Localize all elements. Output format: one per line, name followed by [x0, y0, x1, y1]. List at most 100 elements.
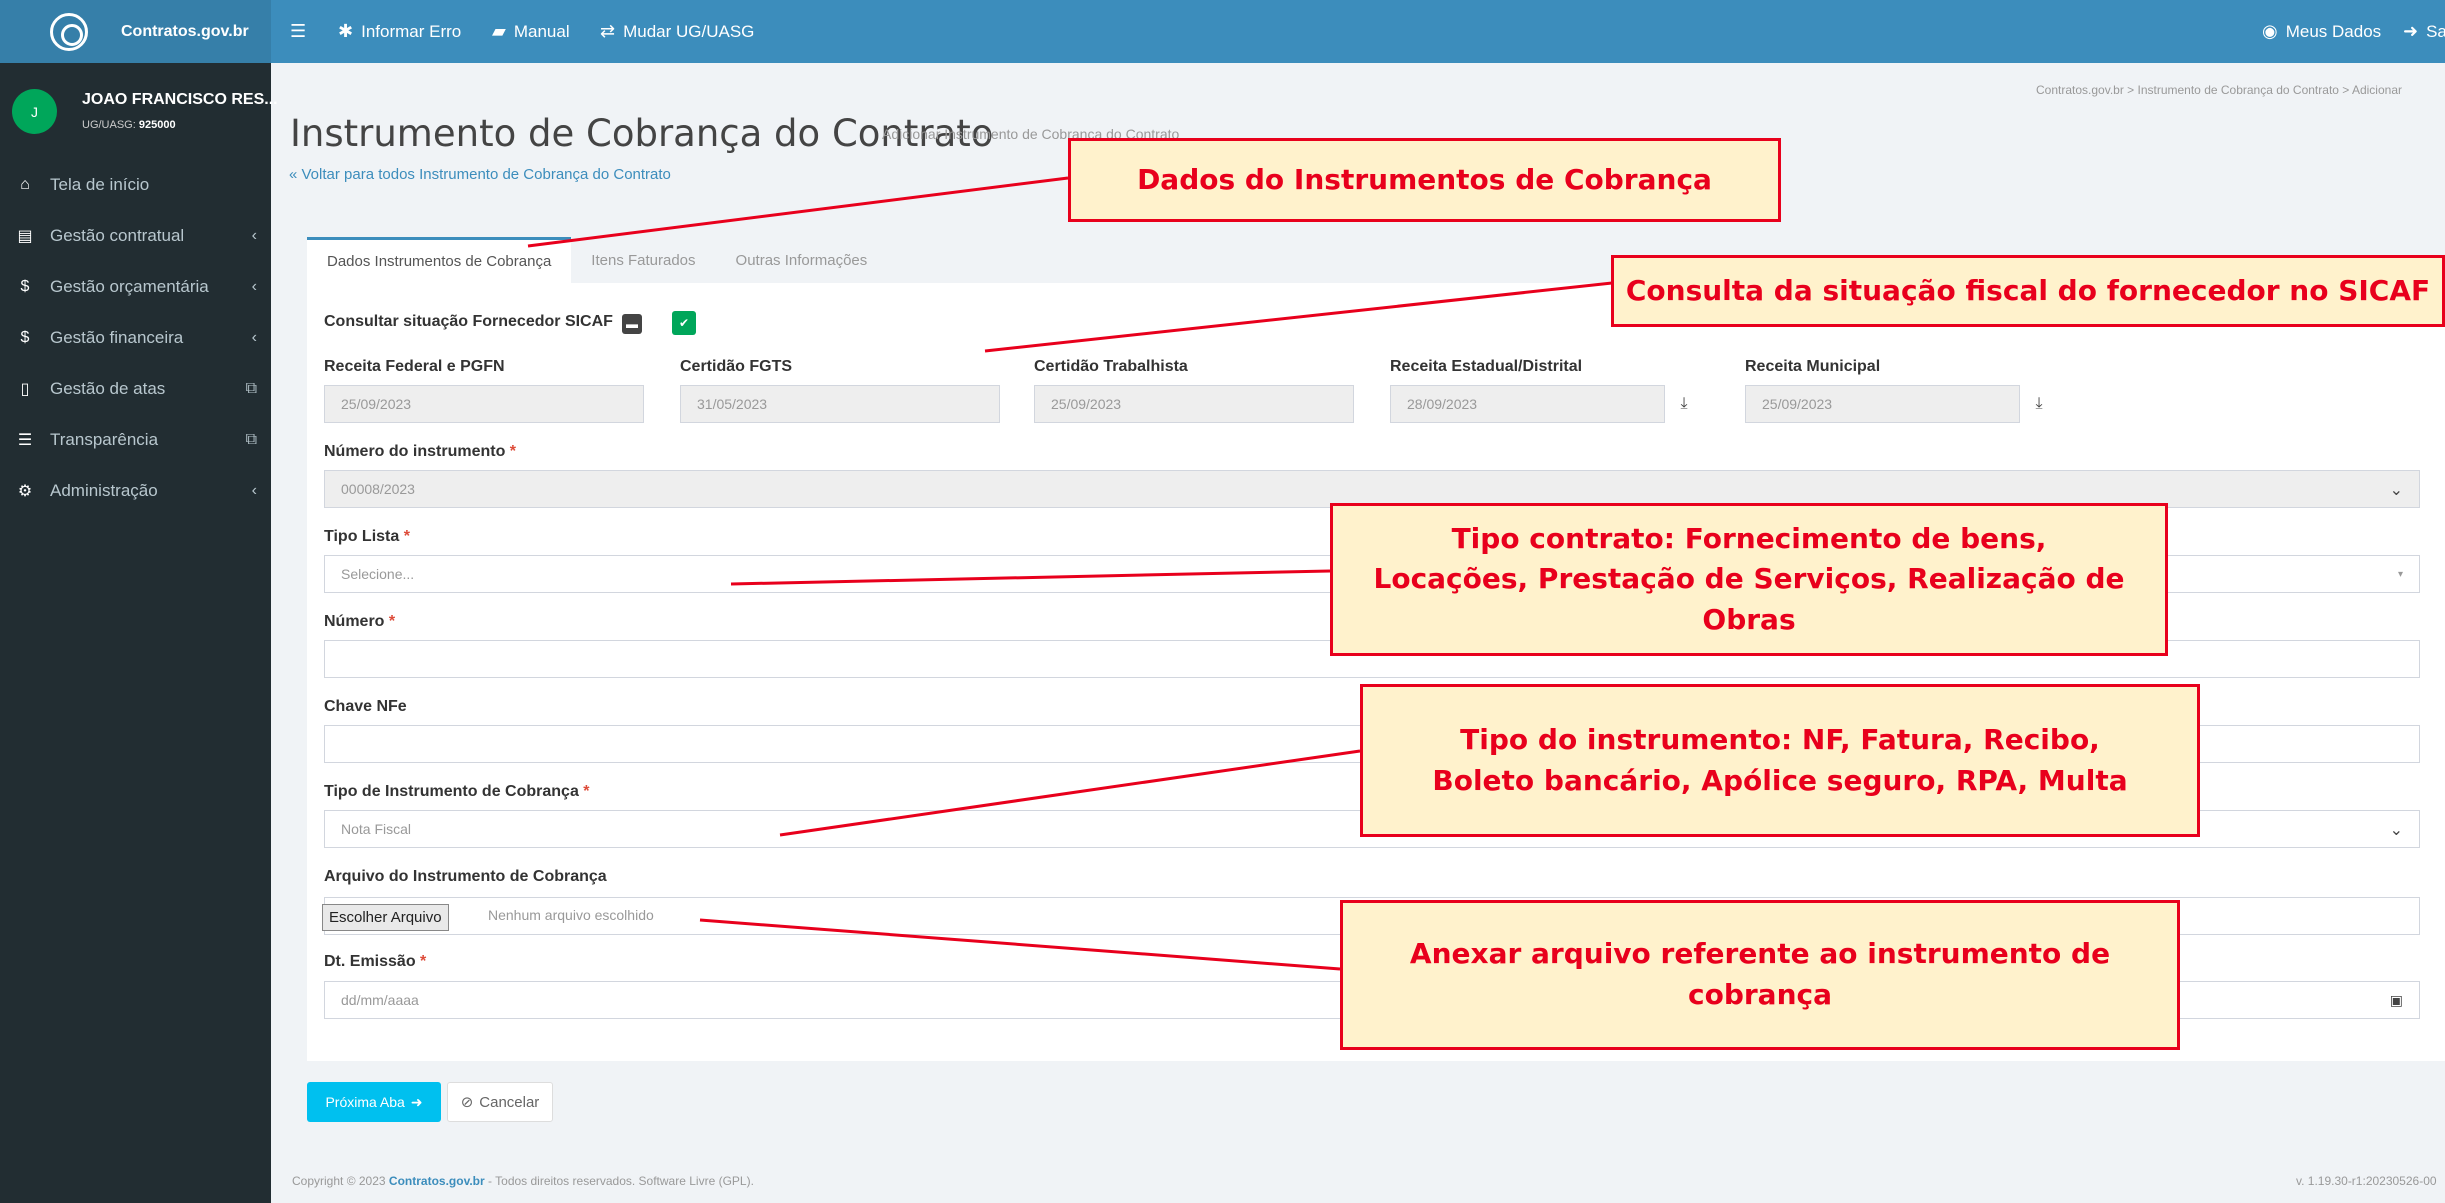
required-mark: *: [509, 443, 517, 460]
bug-icon: ✱: [338, 21, 354, 41]
numero-label-text: Número: [324, 613, 385, 630]
cert-fgts-field: 31/05/2023: [680, 385, 1000, 423]
download-icon[interactable]: ⤓: [2020, 385, 2058, 423]
change-ug-link[interactable]: ⇄ Mudar UG/UASG: [600, 0, 754, 63]
numero-instrumento-label-text: Número do instrumento: [324, 443, 506, 460]
chave-nfe-label: Chave NFe: [324, 698, 407, 715]
book-icon: ▰: [492, 21, 506, 41]
user-name: JOAO FRANCISCO RES...: [82, 91, 278, 108]
report-error-label: Informar Erro: [361, 21, 462, 41]
sidebar-item-gestao-financeira[interactable]: $ Gestão financeira ‹: [0, 312, 271, 363]
tipo-lista-label: Tipo Lista *: [324, 528, 410, 546]
sidebar-item-gestao-contratual[interactable]: ▤ Gestão contratual ‹: [0, 210, 271, 261]
copyright-suffix: - Todos direitos reservados. Software Li…: [488, 1174, 754, 1188]
sidebar-item-transparencia[interactable]: ☰ Transparência ⧉: [0, 414, 271, 465]
my-data-link[interactable]: ◉ Meus Dados: [2262, 0, 2381, 63]
external-link-icon: ⧉: [245, 379, 257, 397]
next-tab-button[interactable]: Próxima Aba ➜: [307, 1082, 441, 1122]
chevron-down-icon: ⌄: [2389, 822, 2403, 839]
back-link[interactable]: « Voltar para todos Instrumento de Cobra…: [289, 166, 671, 183]
tipo-instrumento-label-text: Tipo de Instrumento de Cobrança: [324, 783, 579, 800]
exchange-icon: ⇄: [600, 21, 616, 41]
logout-icon: ➜: [2403, 21, 2419, 41]
required-mark: *: [583, 783, 590, 800]
copyright-prefix: Copyright © 2023: [292, 1174, 386, 1188]
sicaf-check-icon[interactable]: ✔: [672, 311, 696, 335]
breadcrumb[interactable]: Contratos.gov.br > Instrumento de Cobran…: [2036, 83, 2402, 97]
cancel-label: Cancelar: [479, 1093, 540, 1111]
change-ug-label: Mudar UG/UASG: [623, 21, 755, 41]
logout-label: Sa: [2426, 21, 2445, 41]
sidebar-toggle-button[interactable]: ☰: [290, 0, 306, 63]
home-icon: ⌂: [20, 175, 30, 193]
top-navbar: Contratos.gov.br ☰ ✱ Informar Erro ▰ Man…: [0, 0, 2445, 63]
sidebar-item-home[interactable]: ⌂ Tela de início: [0, 159, 271, 210]
calendar-icon[interactable]: ▣: [2390, 992, 2403, 1009]
sidebar-item-label: Transparência: [50, 429, 159, 449]
sidebar-item-label: Gestão de atas: [50, 378, 166, 398]
brand-name: Contratos.gov.br: [121, 22, 249, 40]
form-tabs: Dados Instrumentos de Cobrança Itens Fat…: [307, 237, 887, 283]
caret-down-icon: ▾: [2397, 569, 2403, 580]
document-icon: ▤: [17, 227, 33, 245]
brand-logo-area[interactable]: Contratos.gov.br: [0, 0, 271, 63]
cancel-button[interactable]: ⊘ Cancelar: [447, 1082, 553, 1122]
numero-instrumento-value: 00008/2023: [341, 481, 415, 497]
sidebar-item-label: Tela de início: [50, 174, 150, 194]
annotation-anexar: Anexar arquivo referente ao instrumento …: [1340, 900, 2180, 1050]
no-file-text: Nenhum arquivo escolhido: [488, 907, 654, 923]
annotation-tipo-contrato: Tipo contrato: Fornecimento de bens, Loc…: [1330, 503, 2168, 656]
chevron-left-icon: ‹: [251, 328, 257, 346]
manual-link[interactable]: ▰ Manual: [492, 0, 570, 63]
cert-label-estadual: Receita Estadual/Distrital: [1390, 358, 1583, 375]
dollar-icon: $: [20, 277, 30, 295]
sicaf-collapse-icon[interactable]: ▬: [622, 314, 642, 334]
dt-emissao-placeholder: dd/mm/aaaa: [341, 992, 419, 1008]
tipo-instrumento-label: Tipo de Instrumento de Cobrança *: [324, 783, 590, 801]
logout-link[interactable]: ➜ Sa: [2403, 0, 2445, 63]
sidebar-item-label: Gestão contratual: [50, 225, 185, 245]
dt-emissao-label-text: Dt. Emissão: [324, 953, 416, 970]
tipo-lista-label-text: Tipo Lista: [324, 528, 400, 545]
sidebar-item-administracao[interactable]: ⚙ Administração ‹: [0, 465, 271, 516]
required-mark: *: [420, 953, 427, 970]
my-data-label: Meus Dados: [2285, 21, 2382, 41]
cert-label-municipal: Receita Municipal: [1745, 358, 1881, 375]
annotation-dados: Dados do Instrumentos de Cobrança: [1068, 138, 1781, 222]
required-mark: *: [388, 613, 396, 630]
footer-version: v. 1.19.30-r1:20230526-00: [2296, 1174, 2437, 1188]
cert-label-receita-federal: Receita Federal e PGFN: [324, 358, 505, 375]
hamburger-icon: ☰: [290, 21, 307, 41]
download-icon[interactable]: ⤓: [1665, 385, 1703, 423]
cert-trabalhista-field: 25/09/2023: [1034, 385, 1354, 423]
cert-municipal-field: 25/09/2023: [1745, 385, 2020, 423]
dt-emissao-label: Dt. Emissão *: [324, 953, 426, 971]
arquivo-label: Arquivo do Instrumento de Cobrança: [324, 868, 607, 885]
sidebar-item-gestao-orcamentaria[interactable]: $ Gestão orçamentária ‹: [0, 261, 271, 312]
cert-receita-federal-field: 25/09/2023: [324, 385, 644, 423]
annotation-tipo-instrumento: Tipo do instrumento: NF, Fatura, Recibo,…: [1360, 684, 2200, 837]
chevron-left-icon: ‹: [251, 226, 257, 244]
tab-itens-faturados[interactable]: Itens Faturados: [571, 237, 715, 283]
report-error-link[interactable]: ✱ Informar Erro: [338, 0, 461, 63]
cert-estadual-field: 28/09/2023: [1390, 385, 1665, 423]
file-icon: ▯: [20, 380, 30, 398]
numero-instrumento-label: Número do instrumento *: [324, 443, 516, 461]
gears-icon: ⚙: [17, 482, 33, 500]
footer-copyright: Copyright © 2023 Contratos.gov.br - Todo…: [292, 1174, 754, 1188]
choose-file-button[interactable]: Escolher Arquivo: [322, 904, 449, 931]
external-link-icon: ⧉: [245, 430, 257, 448]
annotation-sicaf: Consulta da situação fiscal do fornecedo…: [1611, 255, 2445, 327]
tab-dados-instrumentos[interactable]: Dados Instrumentos de Cobrança: [307, 237, 572, 283]
manual-label: Manual: [513, 21, 570, 41]
chevron-left-icon: ‹: [251, 277, 257, 295]
dollar-icon: $: [20, 328, 30, 346]
list-icon: ☰: [17, 431, 33, 449]
sidebar-item-gestao-atas[interactable]: ▯ Gestão de atas ⧉: [0, 363, 271, 414]
tipo-lista-placeholder: Selecione...: [341, 566, 415, 582]
sicaf-label: Consultar situação Fornecedor SICAF: [324, 313, 613, 330]
required-mark: *: [403, 528, 410, 545]
copyright-brand-link[interactable]: Contratos.gov.br: [389, 1174, 485, 1188]
ban-icon: ⊘: [460, 1094, 474, 1111]
tab-outras-informacoes[interactable]: Outras Informações: [716, 237, 888, 283]
